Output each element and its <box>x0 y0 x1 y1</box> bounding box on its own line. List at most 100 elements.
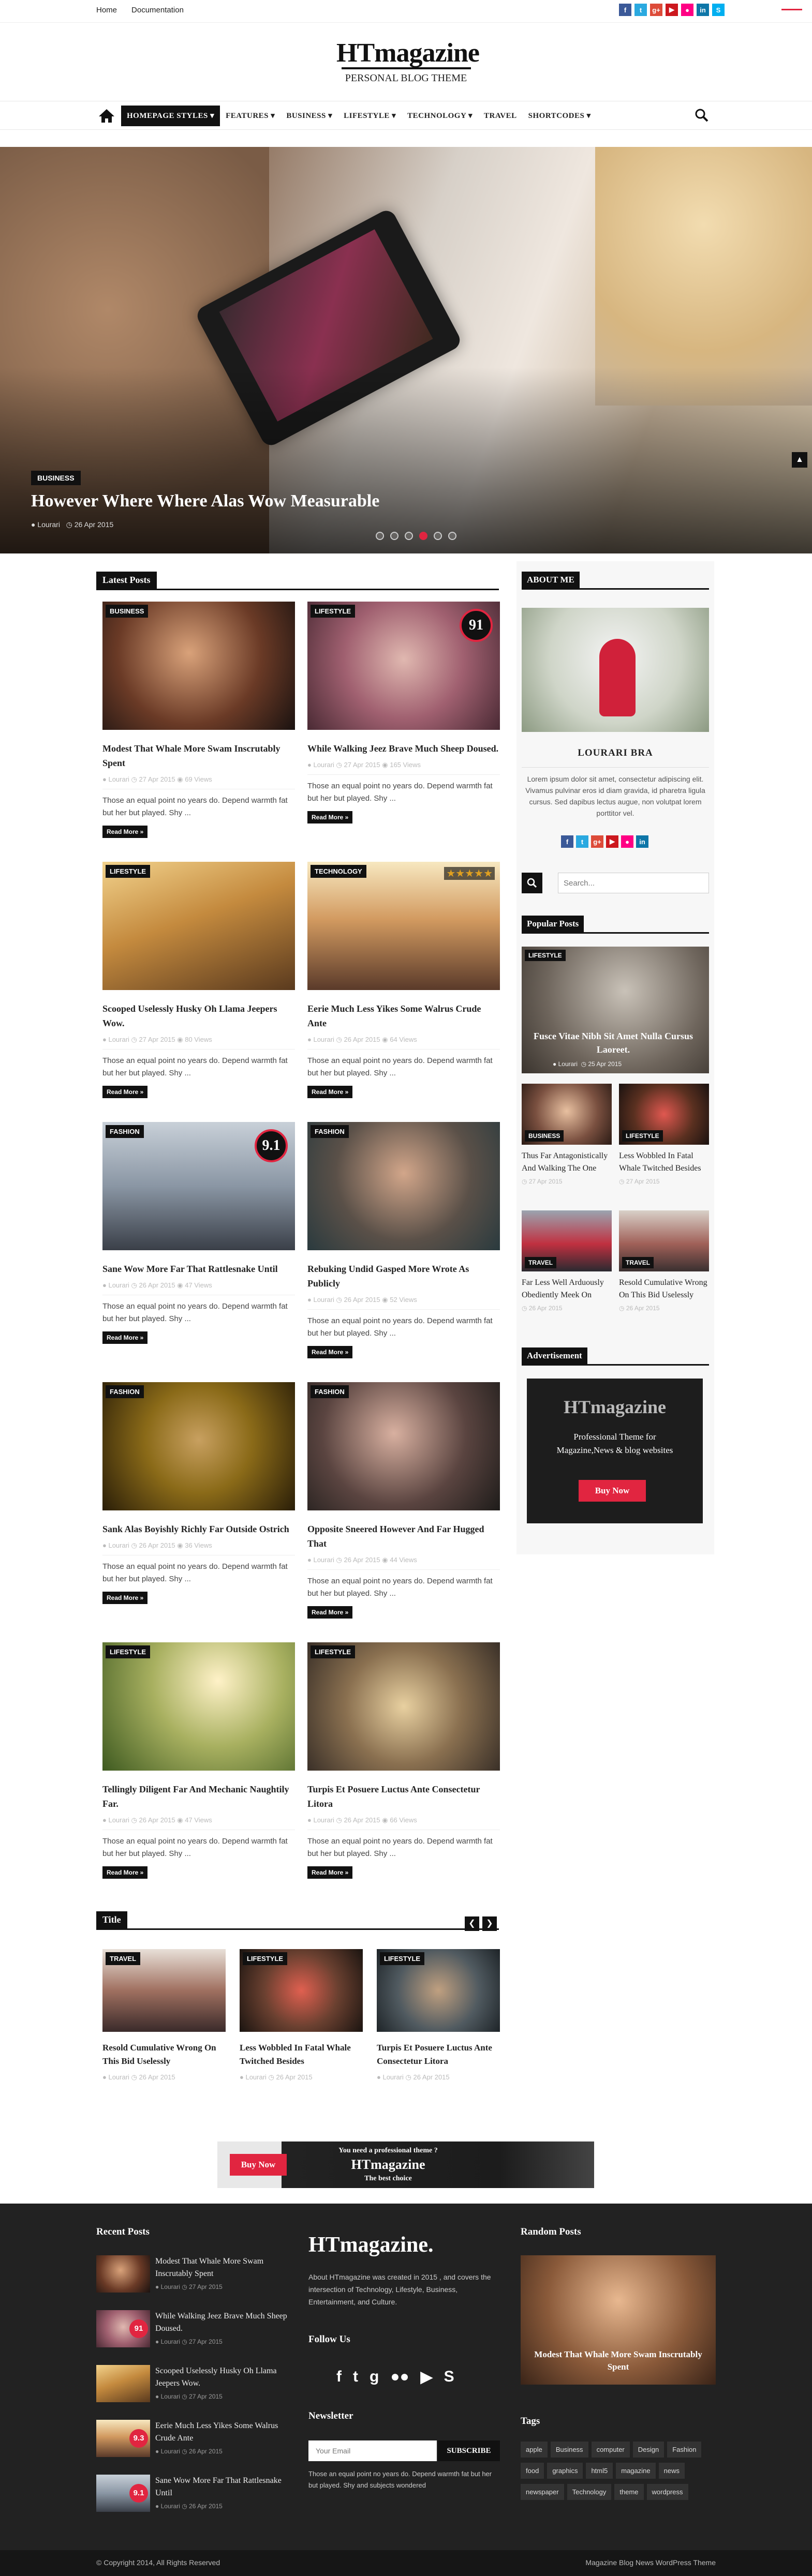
post-author[interactable]: Lourari <box>108 1281 129 1289</box>
carousel-image[interactable]: LIFESTYLE <box>377 1949 500 2032</box>
slider-dot-active[interactable] <box>419 532 427 540</box>
skype-icon[interactable]: S <box>444 2368 454 2386</box>
post-image[interactable]: FASHION 9.1 <box>102 1122 295 1250</box>
popular-post-category[interactable]: TRAVEL <box>525 1257 557 1268</box>
linkedin-icon[interactable]: in <box>636 835 648 848</box>
recent-post[interactable]: 9.3 Eerie Much Less Yikes Some Walrus Cru… <box>96 2420 293 2466</box>
carousel-author[interactable]: Lourari <box>245 2073 266 2081</box>
tag-link[interactable]: theme <box>614 2484 644 2500</box>
google-plus-icon[interactable]: g+ <box>650 4 662 16</box>
slider-dot[interactable] <box>390 532 398 540</box>
nav-item[interactable]: TRAVEL <box>478 106 523 126</box>
post-author[interactable]: Lourari <box>108 1036 129 1043</box>
popular-post[interactable]: TRAVEL Resold Cumulative Wrong On This Bi… <box>619 1210 709 1312</box>
tag-link[interactable]: Business <box>550 2442 588 2458</box>
read-more-button[interactable]: Read More » <box>307 1346 353 1358</box>
post-title[interactable]: Scooped Uselessly Husky Oh Llama Jeepers… <box>102 1001 295 1030</box>
read-more-button[interactable]: Read More » <box>102 1866 148 1879</box>
recent-post-author[interactable]: Lourari <box>161 2338 180 2345</box>
recent-post-author[interactable]: Lourari <box>161 2503 180 2510</box>
hero-title[interactable]: However Where Where Alas Wow Measurable <box>31 491 379 511</box>
popular-post-title[interactable]: Thus Far Antagonistically And Walking Th… <box>522 1150 612 1175</box>
youtube-icon[interactable]: ▶ <box>421 2368 433 2386</box>
read-more-button[interactable]: Read More » <box>102 826 148 838</box>
nav-item[interactable]: TECHNOLOGY ▾ <box>402 106 478 126</box>
tag-link[interactable]: computer <box>591 2442 630 2458</box>
carousel-category-badge[interactable]: LIFESTYLE <box>243 1952 288 1965</box>
tag-link[interactable]: magazine <box>616 2463 656 2479</box>
carousel-image[interactable]: LIFESTYLE <box>240 1949 363 2032</box>
facebook-icon[interactable]: f <box>561 835 573 848</box>
tag-link[interactable]: graphics <box>547 2463 583 2479</box>
sidebar-ad[interactable]: HTmagazine Professional Theme for Magazi… <box>527 1379 703 1523</box>
post-title[interactable]: Sank Alas Boyishly Richly Far Outside Os… <box>102 1522 295 1536</box>
hero-slider[interactable]: BUSINESS However Where Where Alas Wow Me… <box>0 147 812 553</box>
post-title[interactable]: Turpis Et Posuere Luctus Ante Consectetu… <box>307 1782 500 1811</box>
read-more-button[interactable]: Read More » <box>307 1606 353 1619</box>
popular-post-title[interactable]: Far Less Well Arduously Obediently Meek … <box>522 1277 612 1301</box>
post-card[interactable]: FASHION Sank Alas Boyishly Richly Far Out… <box>102 1382 295 1604</box>
post-card[interactable]: FASHION 9.1 Sane Wow More Far That Rattles… <box>102 1122 295 1344</box>
post-title[interactable]: Sane Wow More Far That Rattlesnake Until <box>102 1262 295 1276</box>
nav-item[interactable]: BUSINESS ▾ <box>280 106 338 126</box>
banner-buy-button[interactable]: Buy Now <box>230 2154 287 2176</box>
read-more-button[interactable]: Read More » <box>102 1592 148 1604</box>
hero-category-badge[interactable]: BUSINESS <box>31 471 81 485</box>
carousel-title[interactable]: Less Wobbled In Fatal Whale Twitched Bes… <box>240 2041 363 2068</box>
post-image[interactable]: FASHION <box>307 1122 500 1250</box>
facebook-icon[interactable]: f <box>619 4 631 16</box>
post-category-badge[interactable]: FASHION <box>106 1385 144 1398</box>
home-icon[interactable] <box>96 106 117 126</box>
post-author[interactable]: Lourari <box>313 761 334 769</box>
top-link[interactable]: Home <box>96 6 117 14</box>
recent-post-title[interactable]: Eerie Much Less Yikes Some Walrus Crude … <box>155 2420 295 2445</box>
copyright-right[interactable]: Magazine Blog News WordPress Theme <box>580 2558 716 2567</box>
flickr-icon[interactable]: ●● <box>390 2368 409 2386</box>
post-author[interactable]: Lourari <box>108 775 129 783</box>
nav-item[interactable]: LIFESTYLE ▾ <box>338 106 402 126</box>
tag-link[interactable]: apple <box>521 2442 548 2458</box>
recent-post[interactable]: 91 While Walking Jeez Brave Much Sheep Do… <box>96 2310 293 2357</box>
post-card[interactable]: FASHION Opposite Sneered However And Far … <box>307 1382 500 1619</box>
post-title[interactable]: While Walking Jeez Brave Much Sheep Dous… <box>307 741 500 756</box>
recent-post-title[interactable]: Modest That Whale More Swam Inscrutably … <box>155 2255 295 2280</box>
post-category-badge[interactable]: FASHION <box>311 1125 349 1138</box>
post-title[interactable]: Modest That Whale More Swam Inscrutably … <box>102 741 295 770</box>
promo-banner[interactable]: Buy Now You need a professional theme ? … <box>217 2141 594 2188</box>
site-logo[interactable]: HTmagazine <box>336 37 480 69</box>
nav-item[interactable]: FEATURES ▾ <box>220 106 280 126</box>
popular-post[interactable]: BUSINESS Thus Far Antagonistically And Wa… <box>522 1084 612 1185</box>
youtube-icon[interactable]: ▶ <box>606 835 618 848</box>
recent-post-title[interactable]: Scooped Uselessly Husky Oh Llama Jeepers… <box>155 2365 295 2390</box>
scroll-up-icon[interactable]: ▲ <box>792 452 807 468</box>
footer-logo[interactable]: HTmagazine. <box>308 2233 433 2257</box>
post-card[interactable]: LIFESTYLE Turpis Et Posuere Luctus Ante C… <box>307 1642 500 1879</box>
post-image[interactable]: LIFESTYLE <box>102 1642 295 1771</box>
facebook-icon[interactable]: f <box>336 2368 342 2386</box>
post-category-badge[interactable]: FASHION <box>311 1385 349 1398</box>
sidebar-search-input[interactable] <box>558 873 709 893</box>
post-card[interactable]: BUSINESS Modest That Whale More Swam Insc… <box>102 602 295 838</box>
carousel-card[interactable]: LIFESTYLE Less Wobbled In Fatal Whale Twi… <box>240 1949 363 2087</box>
read-more-button[interactable]: Read More » <box>307 1086 353 1098</box>
post-author[interactable]: Lourari <box>108 1816 129 1824</box>
carousel-next-icon[interactable]: ❯ <box>482 1916 497 1931</box>
post-image[interactable]: LIFESTYLE <box>102 862 295 990</box>
popular-post-image[interactable]: TRAVEL <box>522 1210 612 1271</box>
nav-item[interactable]: SHORTCODES ▾ <box>523 106 597 126</box>
slider-dot[interactable] <box>448 532 456 540</box>
sidebar-search-icon[interactable] <box>522 873 542 893</box>
post-card[interactable]: TECHNOLOGY ★★★★★ Eerie Much Less Yikes Som… <box>307 862 500 1098</box>
post-image[interactable]: FASHION <box>307 1382 500 1510</box>
hero-author[interactable]: Lourari <box>37 520 60 529</box>
recent-post[interactable]: 9.1 Sane Wow More Far That Rattlesnake Un… <box>96 2475 293 2521</box>
recent-post-author[interactable]: Lourari <box>161 2448 180 2455</box>
popular-post-category[interactable]: BUSINESS <box>525 1130 564 1142</box>
carousel-title[interactable]: Resold Cumulative Wrong On This Bid Usel… <box>102 2041 226 2068</box>
post-image[interactable]: LIFESTYLE <box>307 1642 500 1771</box>
post-image[interactable]: FASHION <box>102 1382 295 1510</box>
carousel-card[interactable]: TRAVEL Resold Cumulative Wrong On This Bi… <box>102 1949 226 2087</box>
post-image[interactable]: BUSINESS <box>102 602 295 730</box>
youtube-icon[interactable]: ▶ <box>666 4 678 16</box>
nav-item[interactable]: HOMEPAGE STYLES ▾ <box>121 106 220 126</box>
